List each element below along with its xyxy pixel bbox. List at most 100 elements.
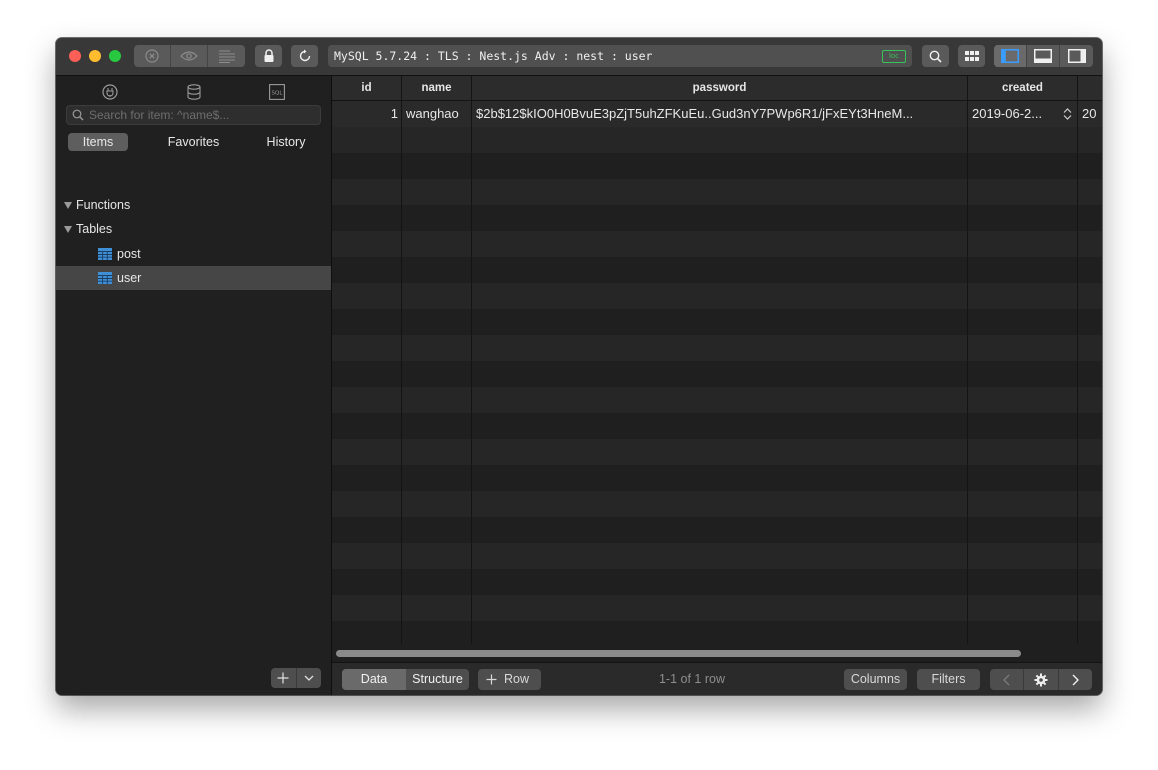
add-item-button[interactable] [271,668,297,688]
plug-icon [102,84,118,100]
gear-icon [1034,673,1048,686]
search-icon [72,109,84,121]
empty-row [332,335,1102,361]
disclosure-triangle-icon[interactable] [64,202,72,209]
empty-row [332,517,1102,543]
columns-button[interactable]: Columns [844,669,907,690]
plus-icon [277,672,289,684]
cell-id[interactable]: 1 [332,101,402,127]
connection-path[interactable]: MySQL 5.7.24 : TLS : Nest.js Adv : nest … [328,45,912,67]
sql-icon-label: SQL [272,91,284,97]
cell-password[interactable]: $2b$12$kIO0H0BvuE3pZjT5uhZFKuEu..Gud3nY7… [472,101,968,127]
cell-overflow[interactable]: 20 [1078,101,1102,127]
tree-group-tables[interactable]: Tables [56,217,331,241]
cell-name[interactable]: wanghao [402,101,472,127]
tree-item-label: post [117,247,141,261]
horizontal-scroll-track [332,644,1102,662]
close-circle-icon [145,49,159,63]
empty-row [332,127,1102,153]
right-panel-icon [1067,49,1086,63]
tree-group-functions[interactable]: Functions [56,193,331,217]
segment-items[interactable]: Items [68,133,128,151]
structure-view-button[interactable]: Structure [406,669,469,690]
bottom-panel-icon [1034,49,1052,63]
tab-database[interactable] [184,82,204,102]
toggle-right-panel-button[interactable] [1060,45,1093,67]
window-minimize-button[interactable] [89,50,101,62]
empty-row [332,569,1102,595]
sidebar-footer-controls [271,668,321,688]
console-log-button[interactable] [208,45,245,67]
horizontal-scrollbar[interactable] [336,650,1021,657]
sidebar-segment-control: Items Favorites History [66,133,321,151]
window-close-button[interactable] [69,50,81,62]
plus-icon [486,674,497,685]
data-view-button[interactable]: Data [342,669,406,690]
toggle-bottom-panel-button[interactable] [1027,45,1060,67]
grid-view-button[interactable] [958,45,985,67]
next-page-button[interactable] [1059,669,1092,690]
tab-sql[interactable]: SQL [267,82,287,102]
cancel-query-button[interactable] [134,45,171,67]
segment-favorites[interactable]: Favorites [161,133,226,151]
refresh-button[interactable] [291,45,318,67]
tree-item-post[interactable]: post [56,242,331,266]
table-row[interactable]: 1 wanghao $2b$12$kIO0H0BvuE3pZjT5uhZFKuE… [332,101,1102,127]
search-button[interactable] [922,45,949,67]
toolbar: MySQL 5.7.24 : TLS : Nest.js Adv : nest … [56,38,1102,76]
empty-row [332,595,1102,621]
empty-row [332,309,1102,335]
grid-header: id name password created [332,76,1102,101]
preview-button[interactable] [171,45,208,67]
column-header-name[interactable]: name [402,76,472,100]
filters-button[interactable]: Filters [917,669,980,690]
add-row-button[interactable]: Row [478,669,541,690]
sidebar-tabs: SQL [56,82,331,102]
window-zoom-button[interactable] [109,50,121,62]
database-icon [187,84,201,100]
tab-connections[interactable] [100,82,120,102]
console-log-icon [218,50,235,63]
add-menu-button[interactable] [297,668,322,688]
column-header-created[interactable]: created [968,76,1078,100]
previous-page-button[interactable] [990,669,1025,690]
add-row-label: Row [504,672,530,686]
local-badge: loc [882,50,906,63]
column-header-id[interactable]: id [332,76,402,100]
data-grid: id name password created 1 wanghao $2b$1… [332,76,1102,644]
stepper-icon[interactable] [1063,108,1072,120]
lock-button[interactable] [255,45,282,67]
chevron-down-icon [304,675,314,681]
chevron-right-icon [1072,674,1079,685]
tree-item-user[interactable]: user [56,266,331,290]
search-input[interactable] [89,106,314,124]
cell-created[interactable]: 2019-06-2... [968,101,1060,127]
empty-row [332,621,1102,644]
column-header-password[interactable]: password [472,76,968,100]
sidebar: SQL Items Favorites History Functions Ta… [56,76,332,695]
pagination-controls [990,669,1092,690]
app-window: MySQL 5.7.24 : TLS : Nest.js Adv : nest … [56,38,1102,695]
empty-row [332,387,1102,413]
disclosure-triangle-icon[interactable] [64,226,72,233]
search-icon [929,50,942,63]
empty-row [332,283,1102,309]
column-divider [471,100,472,644]
segment-history[interactable]: History [256,133,316,151]
table-icon [98,272,112,284]
empty-row [332,543,1102,569]
tree-group-label: Tables [76,222,113,236]
empty-row [332,465,1102,491]
column-header-overflow[interactable] [1078,76,1102,100]
column-divider [1077,100,1078,644]
tree-item-label: user [117,271,142,285]
toggle-left-panel-button[interactable] [994,45,1027,67]
left-panel-icon [1001,49,1019,63]
empty-row [332,439,1102,465]
empty-row [332,231,1102,257]
empty-row [332,491,1102,517]
column-divider [967,100,968,644]
settings-button[interactable] [1024,669,1059,690]
lock-icon [264,49,273,62]
empty-row [332,153,1102,179]
